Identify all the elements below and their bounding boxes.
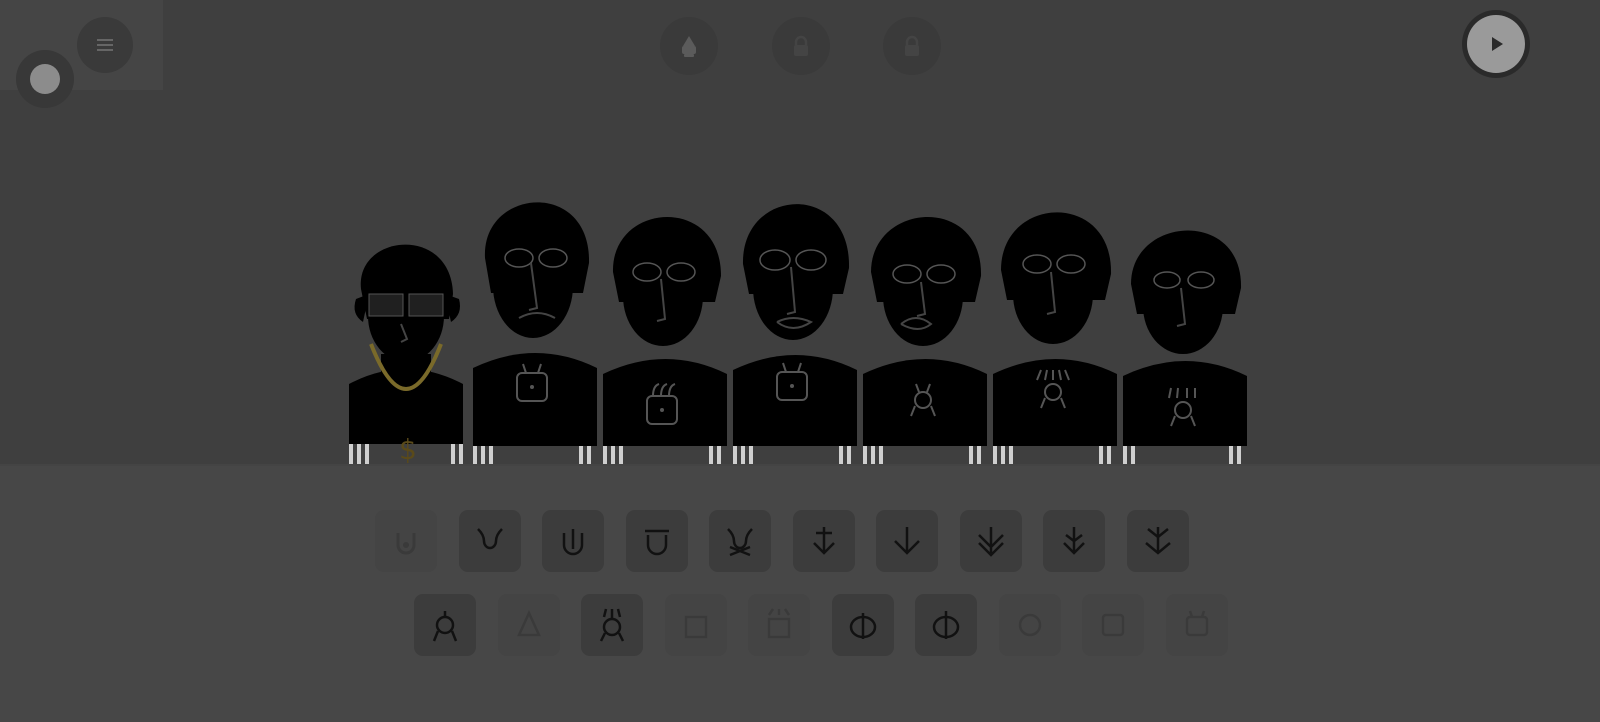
circle-frame-icon <box>1018 613 1041 637</box>
sound-icon-1-10[interactable] <box>1126 510 1189 572</box>
record-dot-icon <box>30 64 60 94</box>
bonus-button-1[interactable] <box>660 17 718 75</box>
record-button[interactable] <box>16 50 74 108</box>
svg-text:$: $ <box>399 433 417 464</box>
sound-icon-2-8[interactable] <box>998 594 1061 656</box>
character-6[interactable] <box>991 180 1121 464</box>
bonus-button-2[interactable] <box>772 17 830 75</box>
crown-figure-icon <box>599 608 625 642</box>
sound-icon-2-9[interactable] <box>1082 594 1144 656</box>
sound-icon-2-10[interactable] <box>1165 594 1228 656</box>
horns-cross-icon <box>727 528 753 557</box>
u-rod-icon <box>562 529 584 556</box>
split-circle-2-icon <box>932 611 960 639</box>
tv-box-icon <box>1185 610 1208 637</box>
sound-icon-2-7[interactable] <box>915 594 977 656</box>
play-icon <box>1492 37 1503 51</box>
sound-icon-1-8[interactable] <box>959 510 1022 572</box>
sound-icon-1-9[interactable] <box>1043 510 1105 572</box>
character-7[interactable] <box>1121 198 1251 464</box>
lock-icon <box>794 35 808 56</box>
unlocked-bonus-icon <box>682 36 696 57</box>
lock-icon <box>905 35 919 56</box>
character-2[interactable] <box>471 168 601 464</box>
character-1[interactable]: $ <box>341 204 471 464</box>
character-5[interactable] <box>861 184 991 464</box>
horns-u-icon <box>476 528 503 550</box>
u-lock-icon <box>396 533 416 555</box>
sound-icon-2-4[interactable] <box>664 594 727 656</box>
sound-icon-1-2[interactable] <box>458 510 521 572</box>
crown-square-icon <box>767 608 791 639</box>
character-3[interactable] <box>601 184 731 464</box>
sound-icon-1-4[interactable] <box>625 510 688 572</box>
sound-icon-1-3[interactable] <box>542 510 604 572</box>
voices-row <box>414 594 1249 656</box>
sound-icon-2-1[interactable] <box>414 594 476 656</box>
split-circle-icon <box>849 613 876 639</box>
beats-row <box>375 510 1210 572</box>
sound-icon-2-3[interactable] <box>581 594 643 656</box>
character-4[interactable] <box>731 172 861 464</box>
floor <box>0 464 1600 722</box>
stick-figure-icon <box>432 611 458 642</box>
hamburger-menu-icon <box>97 39 113 51</box>
sound-icon-1-7[interactable] <box>876 510 938 572</box>
triangle-figure-icon <box>516 609 541 637</box>
sound-icon-2-2[interactable] <box>497 594 560 656</box>
menu-button[interactable] <box>77 17 133 73</box>
square-figure-icon <box>684 615 707 639</box>
arrow-down-icon <box>894 527 920 555</box>
u-flat-icon <box>644 529 669 556</box>
sound-icon-2-6[interactable] <box>831 594 894 656</box>
double-arrow-down-icon <box>977 527 1004 557</box>
sound-icon-2-5[interactable] <box>748 594 810 656</box>
arrow-down-v-icon <box>1144 527 1171 555</box>
play-button[interactable] <box>1462 10 1530 78</box>
arrow-down-split-icon <box>812 527 835 555</box>
arrow-down-split-2-icon <box>1063 527 1085 555</box>
sound-icon-1-5[interactable] <box>709 510 771 572</box>
sound-icon-1-1[interactable] <box>375 510 437 572</box>
sound-icon-1-6[interactable] <box>792 510 855 572</box>
square-frame-icon <box>1101 613 1125 637</box>
bonus-button-3[interactable] <box>883 17 941 75</box>
